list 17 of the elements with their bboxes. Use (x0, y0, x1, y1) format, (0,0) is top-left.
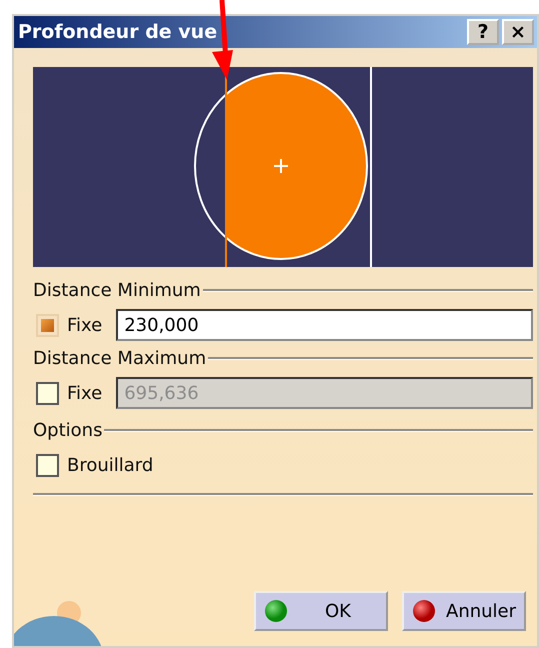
section-heading: Options (33, 419, 102, 443)
window-title: Profondeur de vue (18, 20, 218, 45)
text-field[interactable]: 230,000 (116, 309, 533, 341)
help-button[interactable]: ? (467, 19, 499, 45)
checkbox-label: Fixe (67, 382, 102, 406)
ball-icon (264, 599, 288, 623)
section-heading: Distance Maximum (33, 347, 206, 371)
close-button[interactable]: × (502, 19, 534, 45)
globe-icon (14, 601, 104, 646)
checkbox[interactable] (36, 454, 59, 477)
checkbox-label: Brouillard (67, 454, 154, 478)
section-heading: Distance Minimum (33, 279, 201, 303)
ball-icon (412, 599, 436, 623)
checkbox-label: Fixe (67, 314, 102, 338)
ok-button[interactable]: OK (254, 591, 388, 631)
checkbox[interactable] (36, 382, 59, 404)
cancel-button[interactable]: Annuler (402, 591, 526, 631)
